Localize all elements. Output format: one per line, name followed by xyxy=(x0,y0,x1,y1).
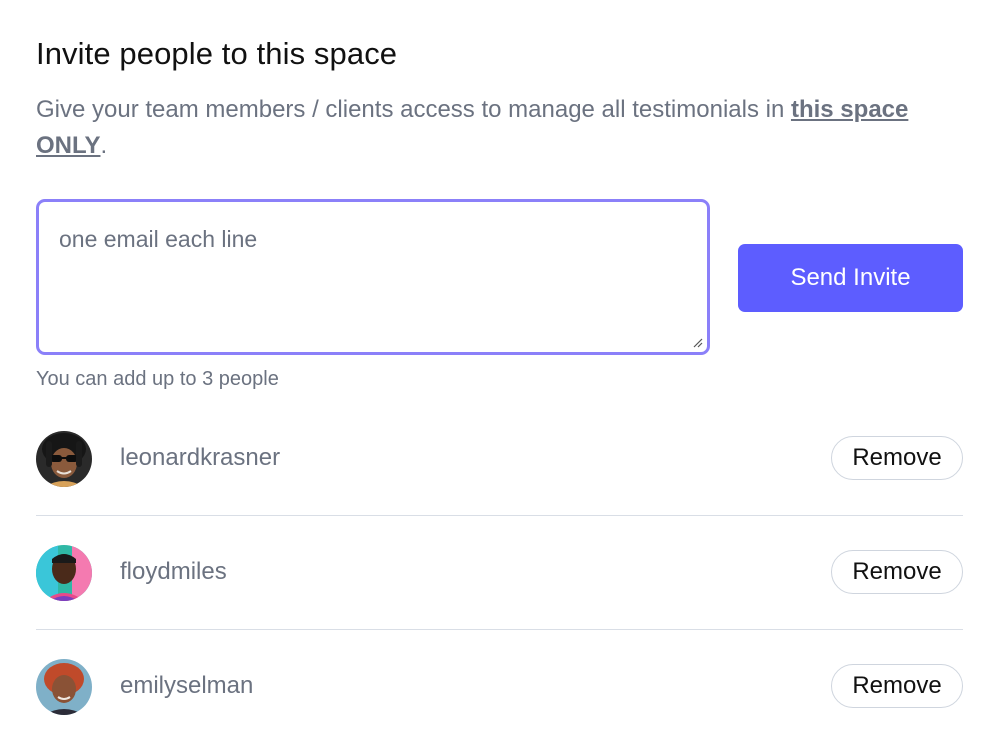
remove-member-button[interactable]: Remove xyxy=(831,664,963,708)
avatar xyxy=(36,431,92,487)
member-row: leonardkrasner Remove xyxy=(36,402,963,516)
member-row: emilyselman Remove xyxy=(36,630,963,743)
resize-handle-icon[interactable] xyxy=(691,336,703,348)
subtitle-period: . xyxy=(100,132,108,159)
member-row: floydmiles Remove xyxy=(36,516,963,630)
email-textarea[interactable]: one email each line xyxy=(36,199,710,355)
subtitle-text: Give your team members / clients access … xyxy=(36,96,791,123)
email-textarea-placeholder: one email each line xyxy=(59,226,258,252)
page-subtitle: Give your team members / clients access … xyxy=(36,92,963,164)
remove-member-button[interactable]: Remove xyxy=(831,436,963,480)
avatar xyxy=(36,545,92,601)
invite-limit-hint: You can add up to 3 people xyxy=(36,368,279,390)
member-list: leonardkrasner Remove floydmiles Remove xyxy=(36,402,963,743)
member-username: leonardkrasner xyxy=(120,444,281,471)
page-title: Invite people to this space xyxy=(36,36,398,71)
member-username: emilyselman xyxy=(120,672,254,699)
send-invite-button[interactable]: Send Invite xyxy=(738,244,963,312)
avatar xyxy=(36,659,92,715)
member-username: floydmiles xyxy=(120,558,227,585)
remove-member-button[interactable]: Remove xyxy=(831,550,963,594)
invite-form: one email each line Send Invite xyxy=(36,199,963,359)
